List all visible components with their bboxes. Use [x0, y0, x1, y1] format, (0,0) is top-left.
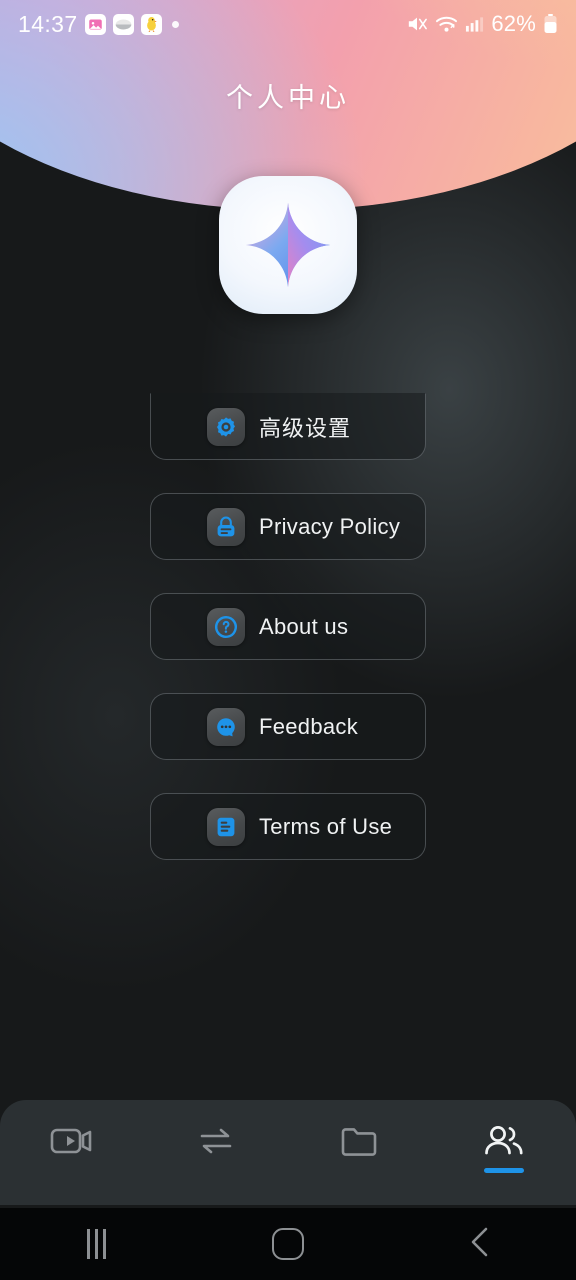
- bottom-tab-bar: [0, 1100, 576, 1205]
- tab-profile[interactable]: [432, 1100, 576, 1205]
- battery-icon: [543, 14, 558, 34]
- menu-item-feedback[interactable]: Feedback: [150, 693, 426, 760]
- status-bar-right: 62%: [406, 11, 558, 37]
- cellular-signal-icon: [465, 15, 484, 33]
- app-logo: [219, 176, 357, 314]
- eye-oval-icon: [112, 13, 134, 35]
- menu-item-privacy-policy[interactable]: Privacy Policy: [150, 493, 426, 560]
- video-camera-icon: [49, 1122, 95, 1160]
- menu-item-label: Feedback: [259, 713, 359, 739]
- recents-button[interactable]: [0, 1208, 192, 1280]
- question-icon: [207, 607, 245, 646]
- phone-screen: 14:37 62% 个人中心 高级设置 Privacy Policy About…: [0, 0, 576, 1280]
- system-navigation-bar: [0, 1208, 576, 1280]
- home-button[interactable]: [192, 1208, 384, 1280]
- photo-icon: [84, 13, 106, 35]
- recents-icon: [86, 1229, 106, 1259]
- tab-video[interactable]: [0, 1100, 144, 1205]
- tab-active-indicator: [52, 1168, 92, 1173]
- settings-menu-list: 高级设置 Privacy Policy About us Feedback Te…: [150, 393, 426, 893]
- status-bar-left: 14:37: [18, 11, 179, 38]
- home-icon: [272, 1228, 304, 1260]
- document-icon: [207, 807, 245, 846]
- chat-icon: [207, 707, 245, 746]
- volume-mute-icon: [406, 14, 428, 34]
- battery-percent: 62%: [491, 11, 536, 36]
- status-time: 14:37: [18, 10, 78, 37]
- notification-overflow-dot: [171, 20, 179, 28]
- tab-transfer[interactable]: [144, 1100, 288, 1205]
- tab-active-indicator: [340, 1168, 380, 1173]
- menu-item-label: 高级设置: [259, 415, 352, 441]
- status-bar: 14:37 62%: [0, 0, 576, 48]
- sparkle-icon: [245, 202, 331, 288]
- users-icon: [481, 1122, 527, 1160]
- tab-active-indicator: [196, 1168, 236, 1173]
- tab-files[interactable]: [288, 1100, 432, 1205]
- transfer-arrows-icon: [194, 1122, 238, 1160]
- menu-item-about-us[interactable]: About us: [150, 593, 426, 660]
- lock-icon: [207, 507, 245, 546]
- tab-active-indicator: [484, 1168, 524, 1173]
- chick-emoji-icon: [140, 13, 162, 35]
- menu-item-advanced-settings[interactable]: 高级设置: [150, 393, 426, 460]
- back-icon: [465, 1225, 495, 1264]
- menu-item-terms-of-use[interactable]: Terms of Use: [150, 793, 426, 860]
- folder-icon: [338, 1122, 382, 1160]
- menu-item-label: About us: [259, 613, 349, 639]
- page-title: 个人中心: [226, 83, 350, 113]
- menu-item-label: Terms of Use: [259, 813, 393, 839]
- menu-item-label: Privacy Policy: [259, 513, 401, 539]
- back-button[interactable]: [384, 1208, 576, 1280]
- wifi-icon: [435, 14, 458, 34]
- gear-icon: [207, 407, 245, 446]
